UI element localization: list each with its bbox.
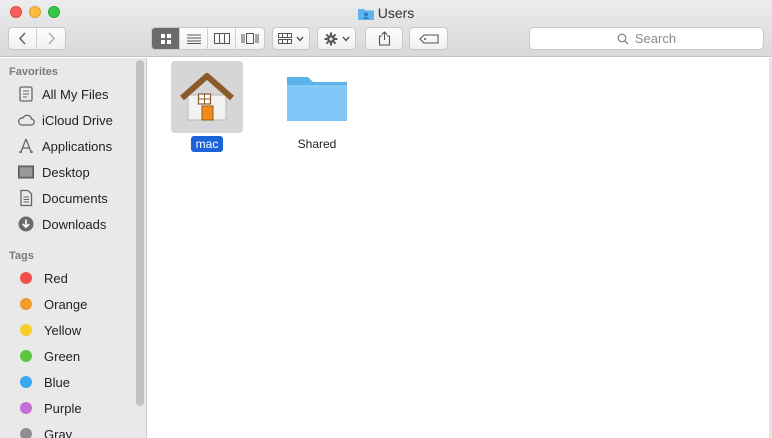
desktop-icon <box>16 162 36 182</box>
sidebar-item-icloud-drive[interactable]: iCloud Drive <box>0 107 135 133</box>
home-folder-icon <box>171 61 243 133</box>
file-name: mac <box>190 136 224 152</box>
sidebar-item-label: Yellow <box>44 322 82 338</box>
sidebar-tag-red[interactable]: Red <box>0 265 135 291</box>
sidebar-item-label: Red <box>44 270 68 286</box>
sidebar-item-label: All My Files <box>42 86 109 102</box>
sidebar-item-label: Downloads <box>42 216 107 232</box>
blue-tag-dot-icon <box>20 376 32 388</box>
search-field[interactable]: Search <box>529 27 764 50</box>
sidebar-item-label: Orange <box>44 296 88 312</box>
green-tag-dot-icon <box>20 350 32 362</box>
columns-icon <box>213 33 230 44</box>
sidebar-tag-green[interactable]: Green <box>0 343 135 369</box>
title-bar: Users Search <box>0 0 772 57</box>
chevron-left-icon <box>18 32 26 45</box>
file-item-shared[interactable]: Shared <box>272 61 362 152</box>
sidebar-scrollbar[interactable] <box>136 60 144 406</box>
icon-view-button[interactable] <box>152 28 180 49</box>
sidebar-item-label: Green <box>44 348 81 364</box>
back-button[interactable] <box>9 28 37 49</box>
file-name: Shared <box>297 137 337 151</box>
sidebar-tag-blue[interactable]: Blue <box>0 369 135 395</box>
folder-icon <box>281 61 353 133</box>
sidebar-item-all-my-files[interactable]: All My Files <box>0 81 135 107</box>
users-folder-icon <box>357 9 374 20</box>
share-button[interactable] <box>365 27 403 50</box>
gear-icon <box>324 32 337 45</box>
view-mode-control <box>151 27 265 50</box>
tag-icon <box>418 33 439 44</box>
list-icon <box>186 34 201 44</box>
search-icon <box>617 33 629 45</box>
sidebar: Favorites All My Files iCloud Drive Appl… <box>0 58 147 438</box>
arrange-button[interactable] <box>272 27 310 50</box>
column-view-button[interactable] <box>208 28 236 49</box>
all-files-icon <box>16 84 36 104</box>
orange-tag-dot-icon <box>20 298 32 310</box>
sidebar-item-label: Desktop <box>42 164 90 180</box>
sidebar-tag-orange[interactable]: Orange <box>0 291 135 317</box>
window-title: Users <box>0 5 772 21</box>
window-title-text: Users <box>377 5 415 21</box>
sidebar-item-desktop[interactable]: Desktop <box>0 159 135 185</box>
search-placeholder: Search <box>634 31 677 46</box>
documents-icon <box>16 188 36 208</box>
sidebar-tag-purple[interactable]: Purple <box>0 395 135 421</box>
sidebar-item-label: Applications <box>42 138 113 154</box>
file-browser: mac Shared <box>148 58 772 438</box>
grid-icon <box>160 33 171 44</box>
cloud-icon <box>16 110 36 130</box>
sidebar-item-label: Blue <box>44 374 71 390</box>
action-button[interactable] <box>317 27 356 50</box>
sidebar-item-label: Gray <box>44 426 73 438</box>
sidebar-item-label: iCloud Drive <box>42 112 113 128</box>
tags-header: Tags <box>9 250 34 262</box>
sidebar-tag-yellow[interactable]: Yellow <box>0 317 135 343</box>
downloads-icon <box>16 214 36 234</box>
sidebar-tag-gray[interactable]: Gray <box>0 421 135 438</box>
sidebar-item-label: Documents <box>42 190 108 206</box>
sidebar-item-applications[interactable]: Applications <box>0 133 135 159</box>
cover-flow-button[interactable] <box>236 28 264 49</box>
arrange-grid-icon <box>278 33 292 44</box>
cover-flow-icon <box>241 33 259 44</box>
favorites-header: Favorites <box>9 66 58 78</box>
list-view-button[interactable] <box>180 28 208 49</box>
nav-buttons <box>8 27 66 50</box>
sidebar-item-documents[interactable]: Documents <box>0 185 135 211</box>
sidebar-item-downloads[interactable]: Downloads <box>0 211 135 237</box>
red-tag-dot-icon <box>20 272 32 284</box>
chevron-down-icon <box>296 36 304 42</box>
gray-tag-dot-icon <box>20 428 32 438</box>
yellow-tag-dot-icon <box>20 324 32 336</box>
forward-button[interactable] <box>37 28 65 49</box>
chevron-down-icon <box>341 36 350 42</box>
applications-icon <box>16 136 36 156</box>
chevron-right-icon <box>47 32 55 45</box>
edit-tags-button[interactable] <box>409 27 448 50</box>
file-item-mac[interactable]: mac <box>162 61 252 152</box>
sidebar-item-label: Purple <box>44 400 82 416</box>
share-icon <box>378 31 390 46</box>
purple-tag-dot-icon <box>20 402 32 414</box>
